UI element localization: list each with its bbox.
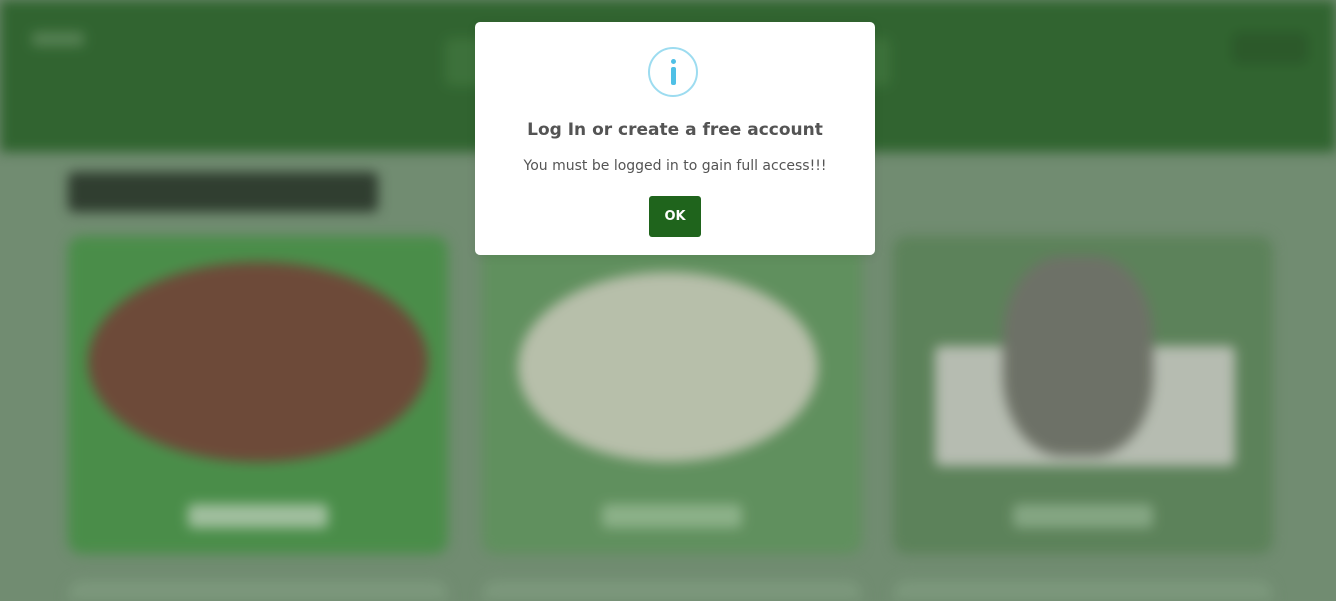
info-icon-stem — [671, 67, 676, 85]
info-icon — [648, 47, 698, 97]
login-required-dialog: Log In or create a free account You must… — [475, 22, 875, 255]
info-icon-dot — [671, 59, 676, 64]
ok-button[interactable]: OK — [649, 196, 701, 237]
dialog-message: You must be logged in to gain full acces… — [523, 158, 827, 174]
dialog-title: Log In or create a free account — [527, 120, 823, 140]
